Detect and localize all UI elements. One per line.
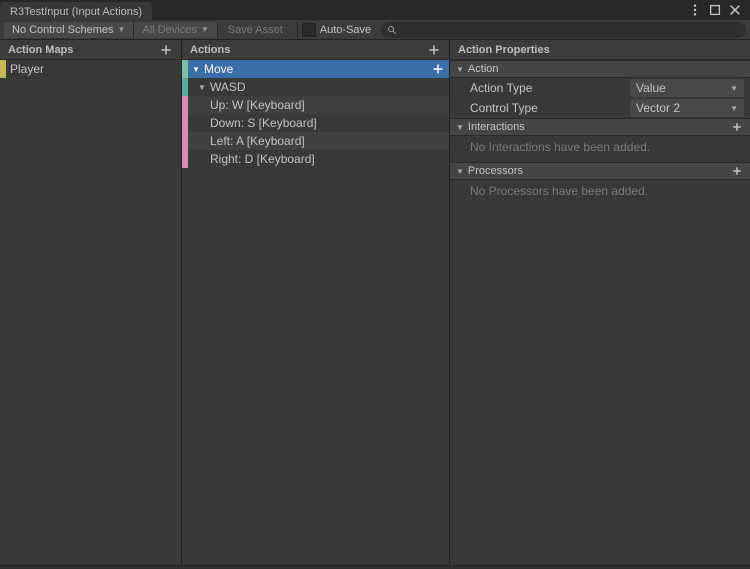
devices-label: All Devices: [142, 24, 196, 36]
add-interaction-button[interactable]: [730, 120, 744, 134]
binding-label: Down: S [Keyboard]: [210, 116, 317, 130]
action-item-move[interactable]: ▼ Move: [182, 60, 449, 78]
action-type-label: Action Type: [470, 81, 630, 95]
toolbar-separator: [297, 22, 298, 38]
add-action-map-button[interactable]: [159, 43, 173, 57]
properties-header: Action Properties: [450, 40, 750, 60]
window-tab-label: R3TestInput (Input Actions): [10, 6, 142, 18]
search-input[interactable]: [381, 22, 746, 38]
section-interactions-label: Interactions: [468, 121, 525, 133]
action-type-value: Value: [636, 81, 666, 95]
window-tab[interactable]: R3TestInput (Input Actions): [0, 2, 152, 22]
chevron-down-icon: ▼: [118, 25, 126, 34]
action-map-item[interactable]: Player: [0, 60, 181, 78]
actions-header: Actions: [182, 40, 449, 60]
binding-item[interactable]: Up: W [Keyboard]: [182, 96, 449, 114]
kebab-menu-icon[interactable]: [688, 3, 702, 17]
binding-item[interactable]: Down: S [Keyboard]: [182, 114, 449, 132]
titlebar-spacer: [152, 0, 680, 20]
titlebar-controls: [680, 0, 750, 20]
checkbox-icon[interactable]: [302, 23, 316, 37]
chevron-down-icon: ▼: [730, 84, 738, 93]
add-processor-button[interactable]: [730, 164, 744, 178]
save-asset-button[interactable]: Save Asset: [218, 22, 293, 38]
footer-border: [0, 565, 750, 569]
add-action-button[interactable]: [427, 43, 441, 57]
chevron-down-icon: ▼: [456, 167, 464, 176]
control-type-label: Control Type: [470, 101, 630, 115]
save-asset-label: Save Asset: [228, 24, 283, 36]
properties-column: Action Properties ▼ Action Action Type V…: [450, 40, 750, 565]
chevron-down-icon[interactable]: ▼: [198, 83, 206, 92]
binding-label: Right: D [Keyboard]: [210, 152, 315, 166]
action-type-dropdown[interactable]: Value ▼: [630, 79, 744, 97]
auto-save-toggle[interactable]: Auto-Save: [302, 23, 371, 37]
composite-item-wasd[interactable]: ▼ WASD: [182, 78, 449, 96]
section-interactions[interactable]: ▼ Interactions: [450, 118, 750, 136]
binding-label: Up: W [Keyboard]: [210, 98, 305, 112]
actions-column: Actions ▼ Move ▼ WASD: [182, 40, 450, 565]
interactions-empty-message: No Interactions have been added.: [450, 136, 750, 162]
action-maps-header: Action Maps: [0, 40, 181, 60]
add-binding-button[interactable]: [431, 62, 445, 76]
binding-item[interactable]: Left: A [Keyboard]: [182, 132, 449, 150]
control-type-value: Vector 2: [636, 101, 680, 115]
auto-save-label: Auto-Save: [320, 24, 371, 36]
main-area: Action Maps Player Actions: [0, 40, 750, 565]
action-label: Move: [204, 62, 233, 76]
titlebar: R3TestInput (Input Actions): [0, 0, 750, 20]
actions-list: ▼ Move ▼ WASD Up: W [Keyboard]: [182, 60, 449, 565]
section-action-label: Action: [468, 63, 499, 75]
action-maps-column: Action Maps Player: [0, 40, 182, 565]
properties-header-label: Action Properties: [458, 44, 550, 56]
action-maps-header-label: Action Maps: [8, 44, 73, 56]
close-icon[interactable]: [728, 3, 742, 17]
composite-label: WASD: [210, 80, 246, 94]
section-action[interactable]: ▼ Action: [450, 60, 750, 78]
binding-item[interactable]: Right: D [Keyboard]: [182, 150, 449, 168]
toolbar: No Control Schemes ▼ All Devices ▼ Save …: [0, 20, 750, 40]
chevron-down-icon: ▼: [456, 123, 464, 132]
chevron-down-icon[interactable]: ▼: [192, 65, 200, 74]
section-processors[interactable]: ▼ Processors: [450, 162, 750, 180]
binding-label: Left: A [Keyboard]: [210, 134, 305, 148]
section-processors-label: Processors: [468, 165, 523, 177]
action-type-row: Action Type Value ▼: [450, 78, 750, 98]
devices-dropdown[interactable]: All Devices ▼: [134, 22, 217, 38]
processors-empty-message: No Processors have been added.: [450, 180, 750, 206]
properties-body: ▼ Action Action Type Value ▼ Control Typ…: [450, 60, 750, 565]
control-schemes-dropdown[interactable]: No Control Schemes ▼: [4, 22, 134, 38]
chevron-down-icon: ▼: [730, 104, 738, 113]
action-maps-list: Player: [0, 60, 181, 565]
action-map-label: Player: [10, 62, 44, 76]
search-icon: [387, 25, 397, 35]
actions-header-label: Actions: [190, 44, 230, 56]
control-schemes-label: No Control Schemes: [12, 24, 114, 36]
chevron-down-icon: ▼: [456, 65, 464, 74]
maximize-icon[interactable]: [708, 3, 722, 17]
chevron-down-icon: ▼: [201, 25, 209, 34]
control-type-row: Control Type Vector 2 ▼: [450, 98, 750, 118]
control-type-dropdown[interactable]: Vector 2 ▼: [630, 99, 744, 117]
